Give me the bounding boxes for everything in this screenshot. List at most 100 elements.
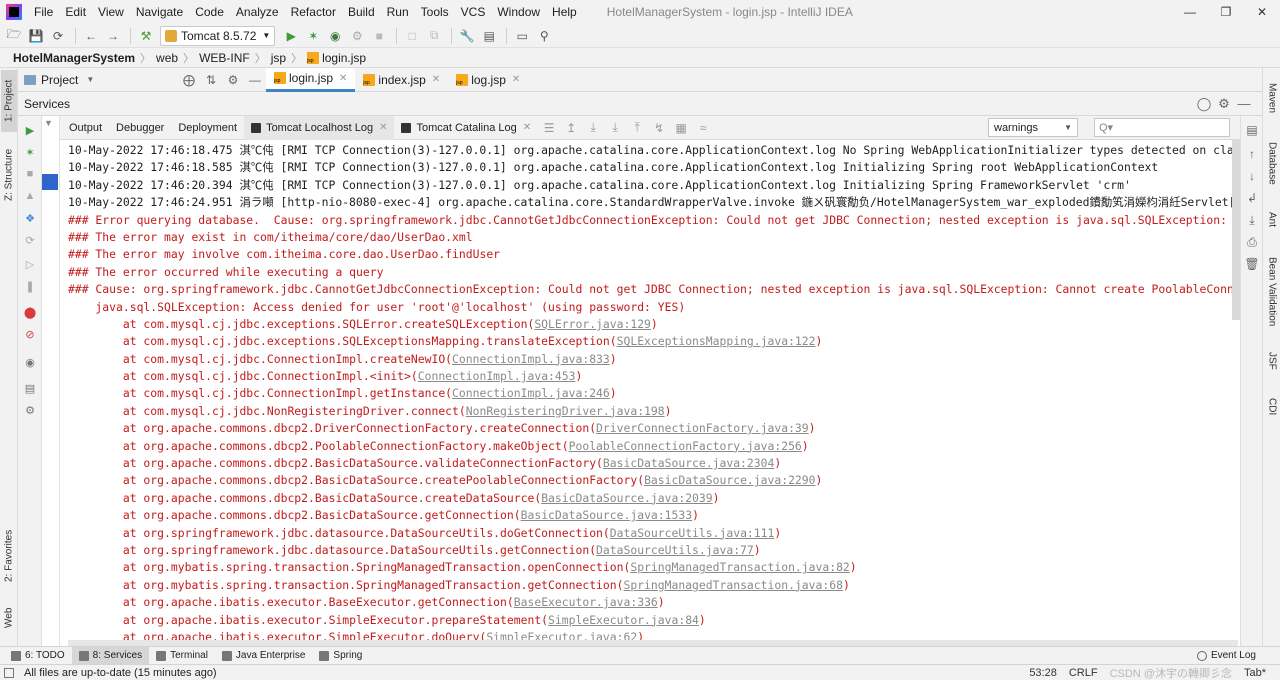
soft-wrap-icon[interactable]: ≈	[692, 121, 714, 135]
close-icon[interactable]: ✕	[432, 74, 440, 85]
scroll-up-icon[interactable]: ↥	[560, 121, 582, 135]
save-all-icon[interactable]: 💾	[26, 26, 46, 46]
source-link[interactable]: BasicDataSource.java:1533	[521, 508, 692, 522]
table-icon[interactable]: ▦	[670, 121, 692, 135]
upload-icon[interactable]: ⤒	[626, 120, 648, 135]
locate-icon[interactable]: ⨁	[178, 73, 200, 87]
source-link[interactable]: NonRegisteringDriver.java:198	[466, 404, 665, 418]
console-tab[interactable]: Tomcat Catalina Log ✕	[394, 116, 538, 140]
source-link[interactable]: BaseExecutor.java:336	[514, 595, 658, 609]
tool-window-button[interactable]: Spring	[312, 647, 369, 665]
source-link[interactable]: DriverConnectionFactory.java:39	[596, 421, 809, 435]
menu-item-refactor[interactable]: Refactor	[285, 0, 342, 24]
console-output[interactable]: 10-May-2022 17:46:18.475 淇℃伅 [RMI TCP Co…	[60, 140, 1240, 646]
tool-window-button[interactable]: Terminal	[149, 647, 215, 665]
settings-icon[interactable]: ⚙	[22, 402, 38, 418]
menu-item-code[interactable]: Code	[189, 0, 230, 24]
breadcrumb-file[interactable]: login.jsp	[304, 51, 369, 65]
vcs-icon[interactable]: ⧉	[424, 26, 444, 46]
editor-tab[interactable]: index.jsp ✕	[355, 68, 448, 92]
source-link[interactable]: PoolableConnectionFactory.java:256	[569, 439, 802, 453]
project-view-selector[interactable]: Project ▼	[18, 73, 178, 87]
menu-item-run[interactable]: Run	[381, 0, 415, 24]
project-structure-icon[interactable]: □	[402, 26, 422, 46]
coverage-icon[interactable]: ◉	[325, 26, 345, 46]
cdi-tool-tab[interactable]: CDI	[1264, 392, 1280, 422]
source-link[interactable]: SQLError.java:129	[534, 317, 651, 331]
hide-icon[interactable]: —	[1234, 96, 1254, 112]
editor-tab[interactable]: login.jsp ✕	[266, 67, 356, 92]
breadcrumb-jsp[interactable]: jsp	[268, 51, 289, 65]
ant-tool-tab[interactable]: Ant	[1264, 204, 1280, 236]
layout-icon[interactable]: ▤	[22, 380, 38, 396]
menu-item-vcs[interactable]: VCS	[455, 0, 492, 24]
source-link[interactable]: DataSourceUtils.java:111	[610, 526, 775, 540]
source-link[interactable]: SpringManagedTransaction.java:68	[623, 578, 842, 592]
caret-position[interactable]: 53:28	[1023, 667, 1063, 679]
download-icon[interactable]: ⤓	[604, 120, 626, 135]
collapse-all-icon[interactable]: ⇅	[200, 73, 222, 87]
jsf-tool-tab[interactable]: JSF	[1264, 346, 1280, 376]
print-icon[interactable]: ⎙	[1244, 234, 1260, 250]
line-separator[interactable]: CRLF	[1063, 667, 1104, 679]
console-tab[interactable]: Output	[62, 116, 109, 140]
event-log-button[interactable]: Event Log	[1196, 650, 1256, 661]
tool-window-button[interactable]: 8: Services	[71, 646, 150, 665]
deploy-icon[interactable]: ▲	[22, 188, 38, 204]
close-icon[interactable]: ✕	[379, 122, 387, 133]
menu-item-edit[interactable]: Edit	[59, 0, 92, 24]
source-link[interactable]: BasicDataSource.java:2290	[644, 473, 815, 487]
stop-icon[interactable]: ■	[369, 26, 389, 46]
tool-window-button[interactable]: Java Enterprise	[215, 647, 312, 665]
source-link[interactable]: SQLExceptionsMapping.java:122	[617, 334, 816, 348]
project-tool-tab[interactable]: 1: Project	[1, 70, 17, 132]
services-tree[interactable]: ▼	[42, 116, 60, 646]
console-tab[interactable]: Debugger	[109, 116, 171, 140]
bean-validation-tool-tab[interactable]: Bean Validation	[1264, 252, 1280, 332]
close-icon[interactable]: ✕	[512, 74, 520, 85]
breadcrumb-web-inf[interactable]: WEB-INF	[196, 51, 253, 65]
back-icon[interactable]: ←	[81, 26, 101, 46]
terminal-window-icon[interactable]: ▭	[512, 26, 532, 46]
open-folder-icon[interactable]: 🗁	[4, 26, 24, 46]
gear-icon[interactable]: ⚙	[1214, 96, 1234, 112]
console-tab[interactable]: Deployment	[171, 116, 244, 140]
close-window-button[interactable]: ✕	[1244, 0, 1280, 24]
mute-breakpoints-icon[interactable]: ⊘	[22, 326, 38, 342]
expand-arrow-icon[interactable]: ▼	[44, 118, 53, 128]
tool-window-button[interactable]: 6: TODO	[4, 647, 72, 665]
close-icon[interactable]: ✕	[523, 122, 531, 133]
minimize-button[interactable]: —	[1172, 0, 1208, 24]
source-link[interactable]: DataSourceUtils.java:77	[596, 543, 754, 557]
layout-icon[interactable]: ▤	[1244, 122, 1260, 138]
run-configuration-selector[interactable]: Tomcat 8.5.72 ▼	[160, 25, 276, 46]
source-link[interactable]: ConnectionImpl.java:453	[418, 369, 576, 383]
project-settings-icon[interactable]: ▤	[479, 26, 499, 46]
arrow-down-icon[interactable]: ↓	[1244, 168, 1260, 184]
gear-icon[interactable]: ⚙	[222, 73, 244, 87]
web-tool-tab[interactable]: Web	[1, 598, 17, 638]
source-link[interactable]: BasicDataSource.java:2304	[603, 456, 774, 470]
scroll-to-end-icon[interactable]: ⤓	[1244, 212, 1260, 228]
close-icon[interactable]: ✕	[339, 73, 347, 84]
maven-tool-tab[interactable]: Maven	[1264, 76, 1280, 120]
breakpoint-icon[interactable]: ⬤	[22, 304, 38, 320]
breadcrumb-project[interactable]: HotelManagerSystem	[10, 51, 138, 65]
source-link[interactable]: ConnectionImpl.java:246	[452, 386, 610, 400]
refresh-icon[interactable]: ❖	[22, 210, 38, 226]
debug-icon[interactable]: ✶	[22, 144, 38, 160]
soft-wrap-icon[interactable]: ↲	[1244, 190, 1260, 206]
source-link[interactable]: BasicDataSource.java:2039	[541, 491, 712, 505]
hide-icon[interactable]: —	[244, 73, 266, 87]
source-link[interactable]: ConnectionImpl.java:833	[452, 352, 610, 366]
run-icon[interactable]: ▶	[281, 26, 301, 46]
scroll-to-end-icon[interactable]: ⤓	[582, 120, 604, 135]
menu-item-window[interactable]: Window	[491, 0, 546, 24]
settings-wrench-icon[interactable]: 🔧	[457, 26, 477, 46]
run-icon[interactable]: ▶	[22, 122, 38, 138]
favorites-tool-tab[interactable]: 2: Favorites	[1, 524, 17, 588]
menu-item-tools[interactable]: Tools	[415, 0, 455, 24]
structure-tool-tab[interactable]: Z: Structure	[1, 142, 17, 208]
step-icon[interactable]: ▷	[22, 256, 38, 272]
selected-service-node[interactable]	[42, 174, 58, 190]
